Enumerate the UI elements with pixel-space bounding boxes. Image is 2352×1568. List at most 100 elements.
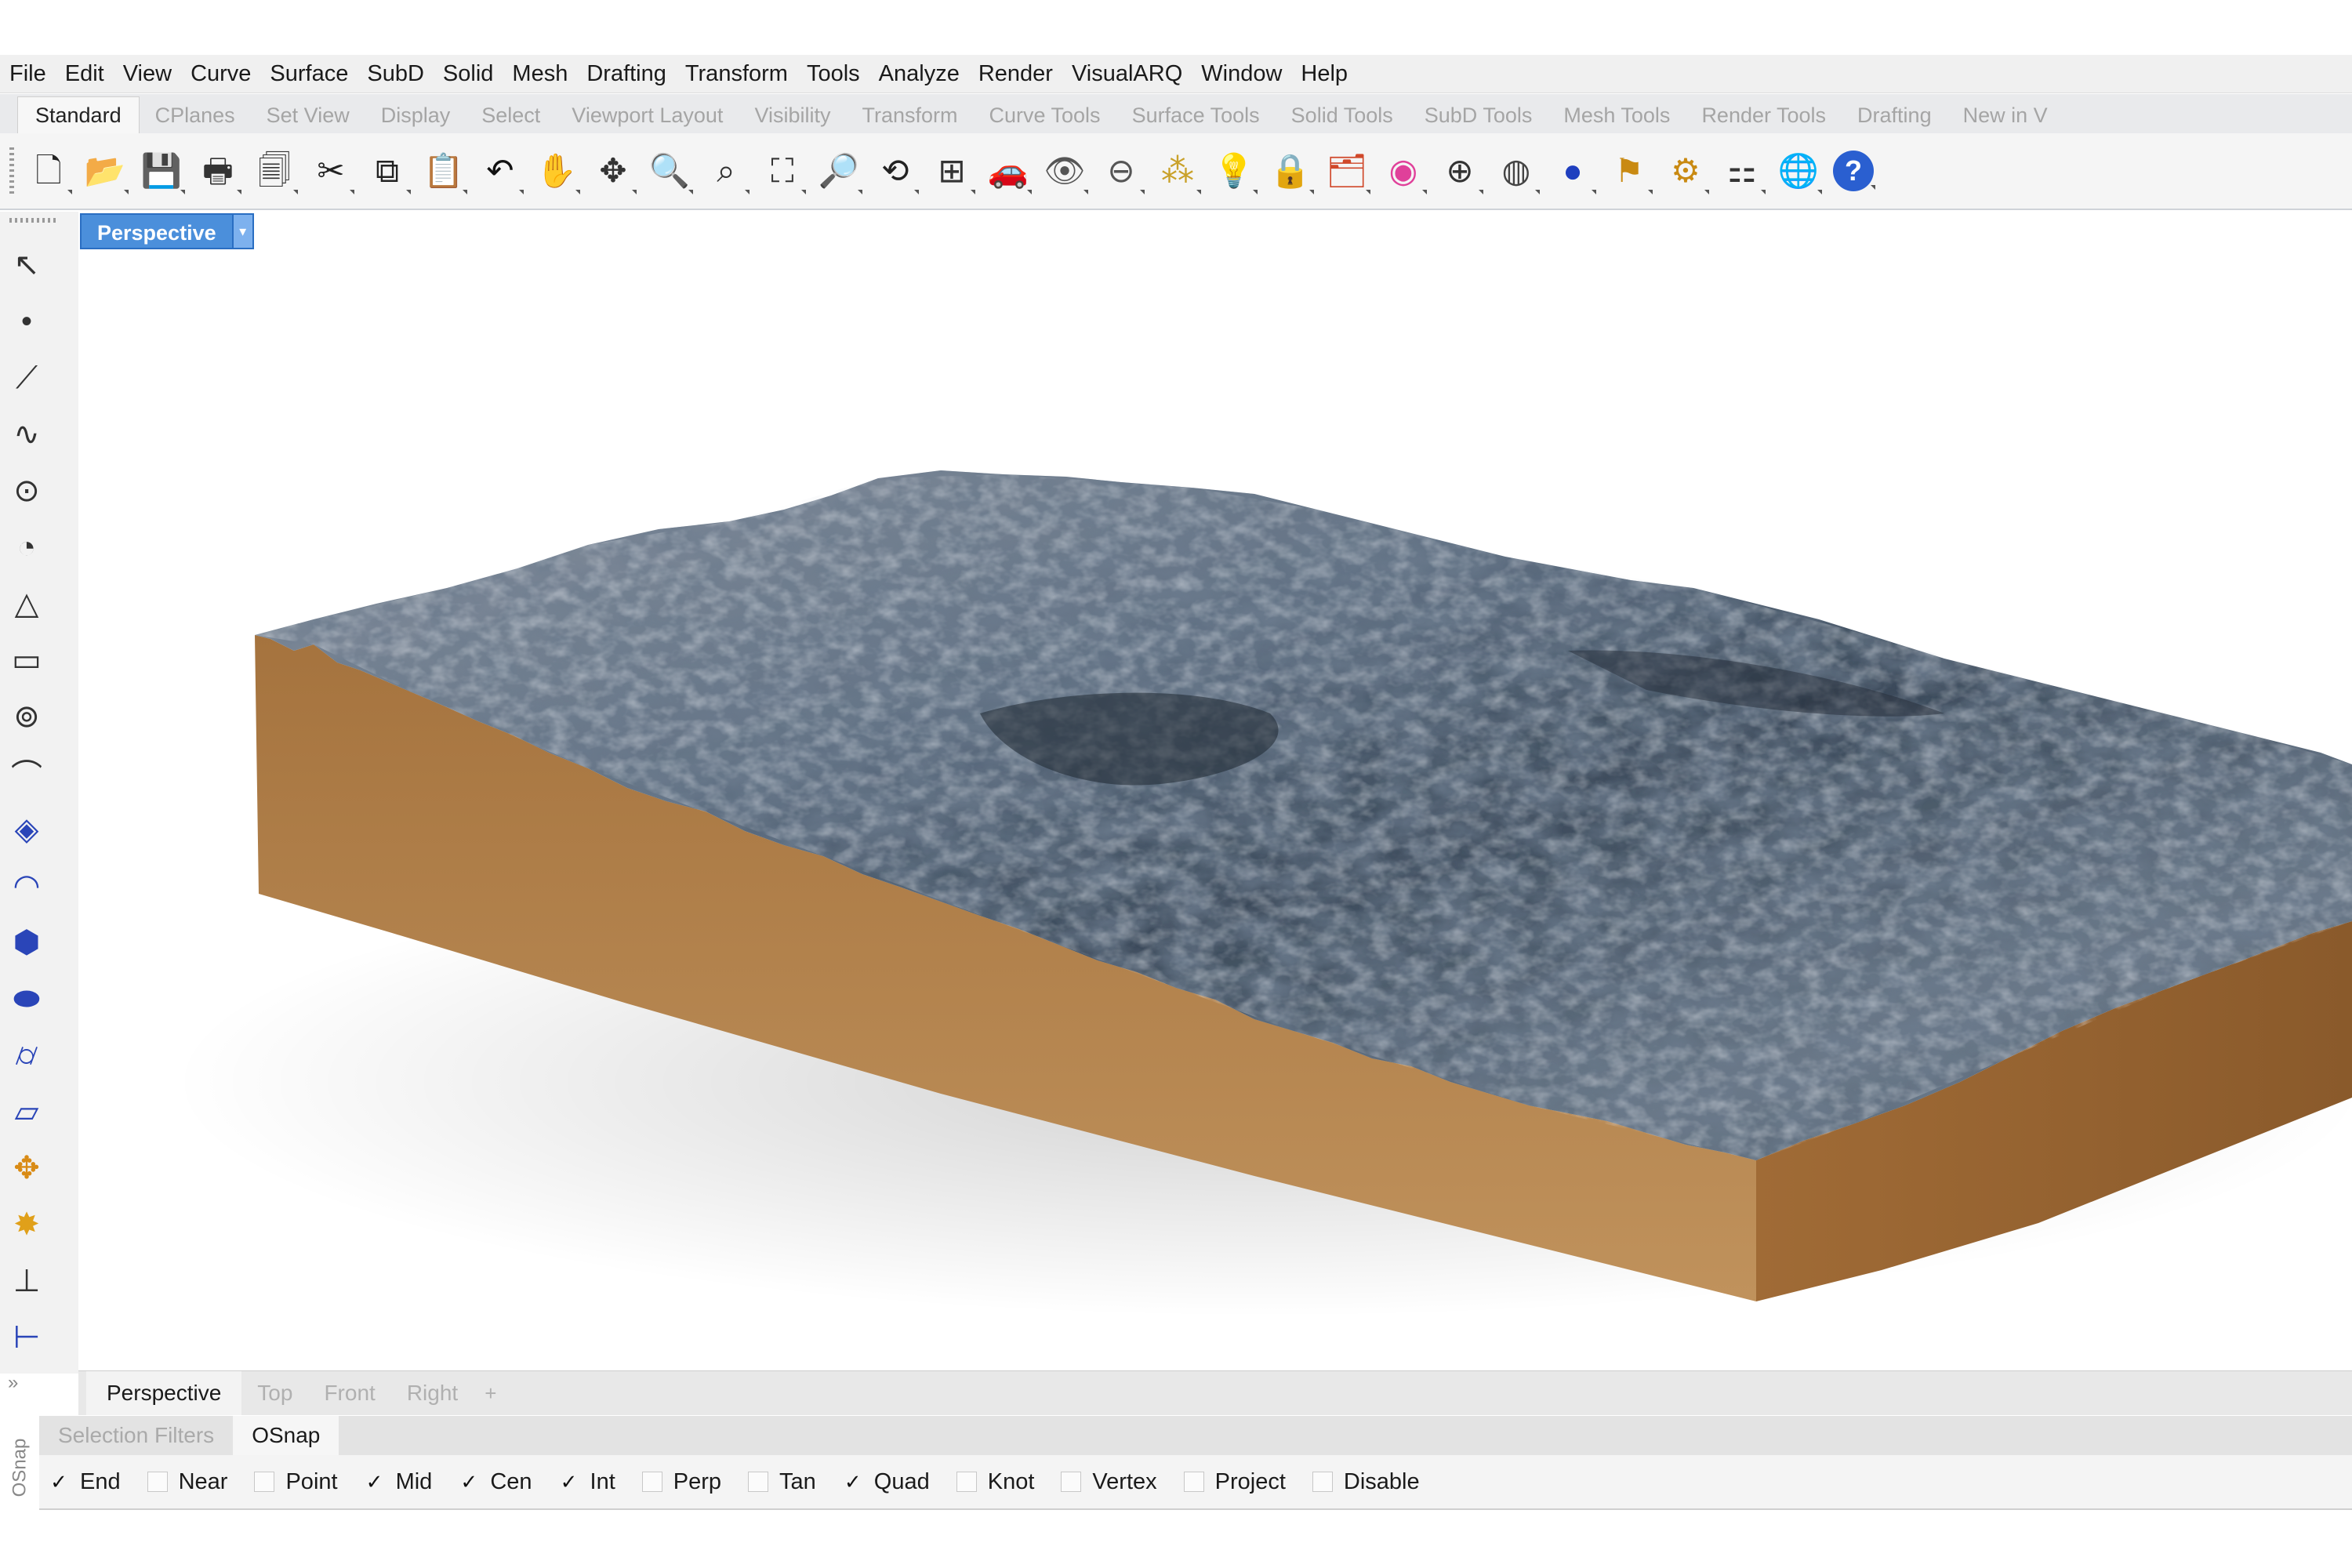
surface-icon[interactable]: ◈ [5, 808, 49, 851]
viewport-tab-top[interactable]: Top [241, 1371, 308, 1415]
help-icon[interactable]: ? [1833, 151, 1874, 191]
tab-curve-tools[interactable]: Curve Tools [973, 97, 1116, 133]
pan-hand-icon[interactable]: ✋ [535, 146, 579, 196]
tab-select[interactable]: Select [466, 97, 556, 133]
tab-display[interactable]: Display [365, 97, 466, 133]
osnap-end-checkbox[interactable]: ✓ [49, 1470, 69, 1494]
osnap-tan[interactable]: Tan [748, 1469, 816, 1495]
viewport-tab-right[interactable]: Right [391, 1371, 474, 1415]
toolbar-grip[interactable] [9, 147, 14, 194]
lock-icon[interactable]: 🔒 [1269, 146, 1312, 196]
viewport-tab-front[interactable]: Front [308, 1371, 390, 1415]
tab-new-in-v[interactable]: New in V [1947, 97, 2063, 133]
tab-standard[interactable]: Standard [17, 96, 140, 133]
circle-icon[interactable]: ⊙ [5, 469, 49, 513]
box-icon[interactable]: ⬢ [5, 920, 49, 964]
tab-render-tools[interactable]: Render Tools [1686, 97, 1842, 133]
osnap-quad[interactable]: ✓ Quad [843, 1469, 930, 1495]
viewport-tab-perspective[interactable]: Perspective [86, 1371, 242, 1415]
fillet-icon[interactable]: ⌒ [5, 751, 49, 795]
explode-icon[interactable]: ✸ [5, 1203, 49, 1247]
globe-icon[interactable]: 🌐 [1777, 146, 1820, 196]
plane-icon[interactable]: ▱ [5, 1090, 49, 1134]
open-folder-icon[interactable]: 📂 [83, 146, 127, 196]
move-cross-icon[interactable]: ✥ [591, 146, 635, 196]
osnap-mid[interactable]: ✓ Mid [365, 1469, 433, 1495]
osnap-end[interactable]: ✓ End [49, 1469, 121, 1495]
boolean-icon[interactable]: ⬬ [5, 977, 49, 1021]
osnap-quad-checkbox[interactable]: ✓ [843, 1470, 863, 1494]
menu-edit[interactable]: Edit [56, 55, 114, 93]
menu-mesh[interactable]: Mesh [503, 55, 577, 93]
shaded-sphere-icon[interactable]: ◍ [1494, 146, 1538, 196]
arc-icon[interactable]: ◔ [5, 525, 49, 569]
tab-subd-tools[interactable]: SubD Tools [1409, 97, 1548, 133]
print-icon[interactable]: 🖶 [196, 146, 240, 196]
save-icon[interactable]: 💾 [140, 146, 183, 196]
undo-icon[interactable]: ↶ [478, 146, 522, 196]
tab-set-view[interactable]: Set View [251, 97, 365, 133]
layer-icon[interactable]: 🗂 [1325, 146, 1369, 196]
menu-analyze[interactable]: Analyze [869, 55, 969, 93]
tab-visibility[interactable]: Visibility [739, 97, 846, 133]
polyline-icon[interactable]: ⟋ [5, 356, 49, 400]
menu-subd[interactable]: SubD [358, 55, 434, 93]
osnap-disable-checkbox[interactable] [1312, 1472, 1333, 1492]
osnap-tan-checkbox[interactable] [748, 1472, 769, 1492]
gear-icon[interactable]: ⚙ [1664, 146, 1708, 196]
menu-drafting[interactable]: Drafting [577, 55, 676, 93]
menu-render[interactable]: Render [969, 55, 1062, 93]
curve-icon[interactable]: ∿ [5, 412, 49, 456]
car-icon[interactable]: 🚗 [986, 146, 1030, 196]
tab-cplanes[interactable]: CPlanes [140, 97, 251, 133]
osnap-mid-checkbox[interactable]: ✓ [365, 1470, 385, 1494]
osnap-project-checkbox[interactable] [1183, 1472, 1204, 1492]
menu-curve[interactable]: Curve [181, 55, 260, 93]
eye-icon[interactable]: 👁 [1043, 146, 1087, 196]
flag-icon[interactable]: ⚑ [1607, 146, 1651, 196]
zoom-selected-icon[interactable]: 🔎 [817, 146, 861, 196]
menu-view[interactable]: View [114, 55, 181, 93]
dimension-icon[interactable]: ⊥ [5, 1259, 49, 1303]
ellipse-icon[interactable]: ⊚ [5, 695, 49, 739]
osnap-vertex[interactable]: Vertex [1061, 1469, 1157, 1495]
menu-surface[interactable]: Surface [260, 55, 358, 93]
menu-file[interactable]: File [0, 55, 56, 93]
triangle-icon[interactable]: △ [5, 582, 49, 626]
select-arrow-icon[interactable]: ↖ [5, 243, 49, 287]
more-tools-icon[interactable]: » [8, 1372, 18, 1394]
menu-help[interactable]: Help [1291, 55, 1357, 93]
tab-drafting[interactable]: Drafting [1842, 97, 1947, 133]
osnap-cen-checkbox[interactable]: ✓ [459, 1470, 479, 1494]
osnap-int-checkbox[interactable]: ✓ [559, 1470, 579, 1494]
viewport-title-label[interactable]: Perspective [80, 213, 234, 249]
viewport-title[interactable]: Perspective ▾ [80, 213, 254, 249]
osnap-vertex-checkbox[interactable] [1061, 1472, 1082, 1492]
revolve-icon[interactable]: ◠ [5, 864, 49, 908]
osnap-disable[interactable]: Disable [1312, 1469, 1420, 1495]
paste-icon[interactable]: 📋 [422, 146, 466, 196]
camera-target-icon[interactable]: ⊖ [1099, 146, 1143, 196]
zoom-window-icon[interactable]: ⌕ [704, 146, 748, 196]
color-wheel-icon[interactable]: ◉ [1381, 146, 1425, 196]
cylinder-icon[interactable]: ⌭ [5, 1033, 49, 1077]
zoom-extents-icon[interactable]: ⛶ [760, 146, 804, 196]
render-sphere-icon[interactable]: ● [1551, 146, 1595, 196]
menu-transform[interactable]: Transform [676, 55, 797, 93]
wireframe-sphere-icon[interactable]: ⊕ [1438, 146, 1482, 196]
perspective-viewport[interactable]: Perspective ▾ [78, 212, 2352, 1370]
tab-surface-tools[interactable]: Surface Tools [1116, 97, 1276, 133]
annotate-icon[interactable]: ⊢ [5, 1316, 49, 1359]
left-toolbar-grip[interactable] [9, 218, 56, 223]
tab-mesh-tools[interactable]: Mesh Tools [1548, 97, 1686, 133]
osnap-perp-checkbox[interactable] [641, 1472, 662, 1492]
cut-icon[interactable]: ✂ [309, 146, 353, 196]
menu-tools[interactable]: Tools [797, 55, 869, 93]
menu-window[interactable]: Window [1192, 55, 1291, 93]
select-points-icon[interactable]: ⁂ [1156, 146, 1200, 196]
osnap-cen[interactable]: ✓ Cen [459, 1469, 532, 1495]
viewport-dropdown-icon[interactable]: ▾ [233, 213, 254, 249]
tab-viewport-layout[interactable]: Viewport Layout [556, 97, 739, 133]
transform-icon[interactable]: ✥ [5, 1146, 49, 1190]
menu-visualarq[interactable]: VisualARQ [1062, 55, 1192, 93]
